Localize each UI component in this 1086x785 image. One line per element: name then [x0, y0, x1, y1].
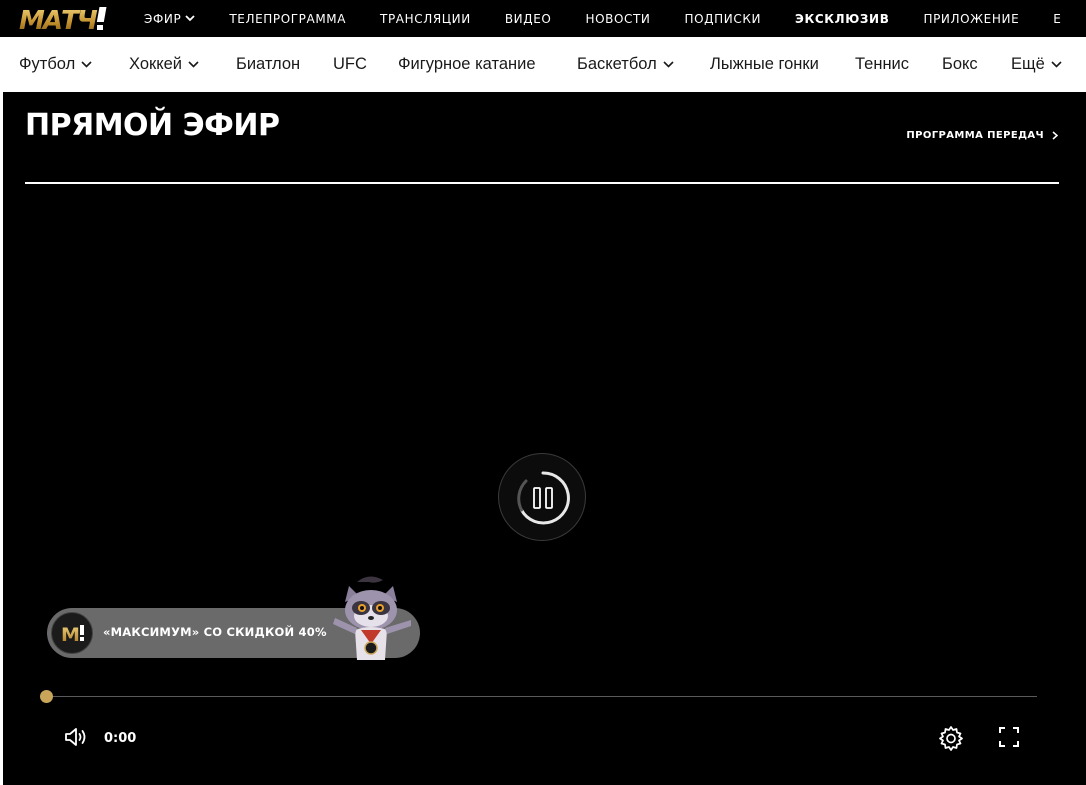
sport-item-football[interactable]: Футбол [19, 55, 92, 74]
pause-button[interactable] [498, 453, 586, 541]
program-link[interactable]: ПРОГРАММА ПЕРЕДАЧ [906, 130, 1058, 141]
match-small-logo: М [51, 612, 93, 654]
sports-navigation: Футбол Хоккей Биатлон UFC Фигурное катан… [0, 37, 1086, 92]
fullscreen-icon[interactable] [997, 725, 1021, 749]
page-title: ПРЯМОЙ ЭФИР [25, 108, 280, 143]
sport-item-biathlon[interactable]: Биатлон [236, 55, 300, 74]
topnav-item-label: ВИДЕО [504, 11, 552, 26]
sport-item-ufc[interactable]: UFC [333, 55, 367, 74]
promo-text: «МАКСИМУМ» СО СКИДКОЙ 40% [103, 625, 327, 639]
sport-item-label: Бокс [942, 55, 978, 73]
sport-item-more[interactable]: Ещё [1011, 55, 1062, 74]
sport-item-label: Хоккей [129, 55, 183, 73]
topnav-item-label: ЭКСКЛЮЗИВ [795, 11, 890, 26]
topnav-item-video[interactable]: ВИДЕО [505, 12, 552, 26]
topnav-item-label: ТЕЛЕПРОГРАММА [229, 11, 347, 26]
sport-item-label: Биатлон [236, 55, 301, 73]
sport-item-label: Теннис [855, 55, 910, 73]
topnav-item-prilozhenie[interactable]: ПРИЛОЖЕНИЕ [923, 12, 1019, 26]
sport-item-figure-skating[interactable]: Фигурное катание [398, 55, 536, 74]
topnav-item-translyatsii[interactable]: ТРАНСЛЯЦИИ [380, 12, 471, 26]
chevron-down-icon [81, 61, 92, 68]
chevron-down-icon [188, 61, 199, 68]
sport-item-label: Ещё [1011, 55, 1045, 73]
topnav-item-label: ЭФИР [144, 11, 182, 26]
sport-item-ski-racing[interactable]: Лыжные гонки [710, 55, 819, 74]
time-display: 0:00 [104, 731, 137, 746]
svg-text:МАТЧ: МАТЧ [19, 6, 98, 33]
sport-item-boxing[interactable]: Бокс [942, 55, 978, 74]
volume-icon[interactable] [63, 725, 89, 749]
sport-item-label: Лыжные гонки [710, 55, 819, 73]
topnav-item-teleprogramma[interactable]: ТЕЛЕПРОГРАММА [229, 12, 346, 26]
topnav-item-podpiski[interactable]: ПОДПИСКИ [685, 12, 762, 26]
sport-item-hockey[interactable]: Хоккей [129, 55, 199, 74]
raccoon-mascot-icon [333, 576, 411, 660]
topnav-item-exclusive[interactable]: ЭКСКЛЮЗИВ [795, 12, 889, 26]
topnav-item-novosti[interactable]: НОВОСТИ [585, 12, 650, 26]
title-divider [25, 182, 1059, 184]
sport-item-label: Фигурное катание [398, 55, 536, 73]
chevron-down-icon [185, 15, 195, 22]
pause-loading-icon [517, 471, 570, 525]
topnav-item-efir[interactable]: ЭФИР [144, 12, 195, 26]
progress-track[interactable] [47, 696, 1037, 697]
program-link-label: ПРОГРАММА ПЕРЕДАЧ [906, 130, 1044, 141]
topnav-item-label: ТРАНСЛЯЦИИ [380, 11, 471, 26]
sport-item-label: UFC [333, 55, 367, 73]
chevron-right-icon [1052, 131, 1058, 140]
topnav-item-label: НОВОСТИ [585, 11, 651, 26]
topnav-item-label: ПРИЛОЖЕНИЕ [923, 11, 1020, 26]
sport-item-tennis[interactable]: Теннис [855, 55, 909, 74]
topnav-item-label: Е [1053, 11, 1062, 26]
chevron-down-icon [1051, 61, 1062, 68]
sport-item-label: Баскетбол [577, 55, 657, 73]
topnav-item-cut[interactable]: Е [1053, 12, 1061, 26]
sport-item-basketball[interactable]: Баскетбол [577, 55, 674, 74]
progress-handle[interactable] [40, 690, 53, 703]
top-navigation: МАТЧ ЭФИР ТЕЛЕПРОГРАММА ТРАНСЛЯЦИИ ВИДЕО… [0, 0, 1086, 37]
topnav-item-label: ПОДПИСКИ [684, 11, 762, 26]
sport-item-label: Футбол [19, 55, 76, 73]
video-player[interactable]: ПРЯМОЙ ЭФИР ПРОГРАММА ПЕРЕДАЧ М «МАКСИМУ… [3, 92, 1086, 785]
settings-icon[interactable] [938, 725, 964, 751]
match-logo[interactable]: МАТЧ [18, 4, 110, 33]
svg-text:М: М [61, 624, 80, 646]
chevron-down-icon [663, 61, 674, 68]
